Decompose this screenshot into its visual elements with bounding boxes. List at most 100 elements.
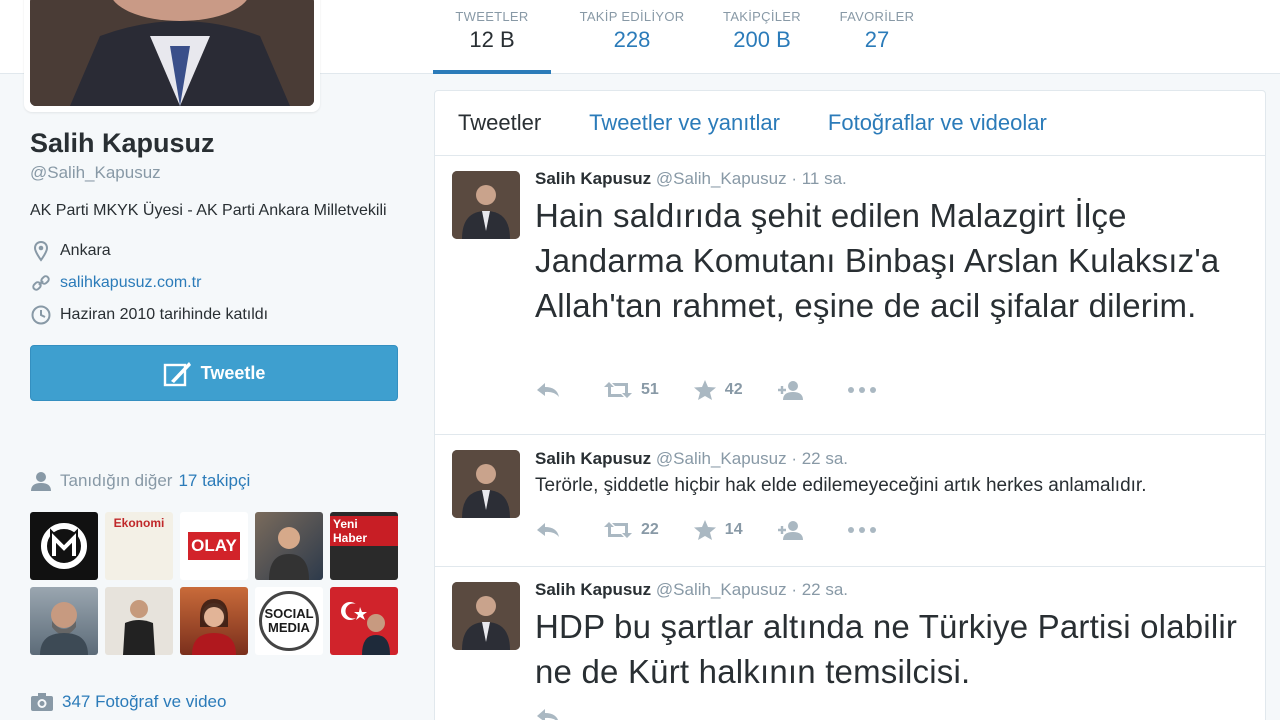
tweet-avatar-image: [452, 450, 520, 518]
tweet-button[interactable]: Tweetle: [30, 345, 398, 401]
more-dots-icon: [847, 387, 876, 393]
stat-tweets[interactable]: TWEETLER 12 B: [433, 0, 551, 74]
clock-icon: [31, 305, 51, 325]
retweet-count: 51: [641, 381, 659, 398]
stat-favorites[interactable]: FAVORİLER 27: [833, 0, 921, 74]
retweet-action[interactable]: 22: [603, 520, 659, 540]
stat-following[interactable]: TAKİP EDİLİYOR 228: [573, 0, 691, 74]
flag-portrait-image: [341, 602, 390, 655]
tweet-avatar[interactable]: [452, 171, 520, 239]
profile-handle[interactable]: @Salih_Kapusuz: [30, 163, 398, 183]
profile-avatar[interactable]: [24, 0, 320, 112]
favorite-action[interactable]: 42: [693, 379, 743, 401]
follow-user-icon: [777, 381, 803, 400]
follower-thumb[interactable]: [330, 587, 398, 655]
stat-tweets-value: 12 B: [469, 27, 515, 52]
profile-photo: [30, 0, 314, 106]
profile-photo-illustration: [30, 0, 314, 106]
follower-thumbnails: Ekonomi OLAY Yeni Haber SOCIAL MEDIA: [30, 512, 400, 655]
profile-stats: TWEETLER 12 B TAKİP EDİLİYOR 228 TAKİPÇİ…: [433, 0, 943, 74]
portrait-image: [269, 527, 309, 580]
tab-tweets[interactable]: Tweetler: [458, 110, 541, 136]
tweet-timestamp[interactable]: · 22 sa.: [791, 580, 848, 599]
profile-card: Salih Kapusuz @Salih_Kapusuz AK Parti MK…: [30, 128, 398, 401]
portrait-image: [123, 600, 155, 655]
tweet-avatar-image: [452, 582, 520, 650]
stat-favorites-label: FAVORİLER: [839, 9, 915, 24]
photos-videos-link[interactable]: 347 Fotoğraf ve video: [30, 692, 226, 712]
tweet-avatar[interactable]: [452, 582, 520, 650]
follower-thumb-label: SOCIAL MEDIA: [259, 591, 319, 651]
tweet-header: Salih Kapusuz @Salih_Kapusuz · 22 sa.: [535, 449, 1245, 469]
tab-tweets-and-replies[interactable]: Tweetler ve yanıtlar: [589, 110, 780, 136]
follower-thumb[interactable]: [255, 512, 323, 580]
tweet-button-label: Tweetle: [200, 362, 266, 383]
follow-action[interactable]: [777, 379, 813, 401]
tweet-author-name[interactable]: Salih Kapusuz: [535, 580, 651, 599]
timeline: Tweetler Tweetler ve yanıtlar Fotoğrafla…: [434, 90, 1266, 720]
star-icon: [693, 380, 716, 400]
reply-action[interactable]: [535, 707, 569, 720]
favorite-action[interactable]: 14: [693, 519, 743, 541]
profile-location: Ankara: [30, 235, 398, 267]
favorite-count: 14: [724, 521, 743, 538]
followers-you-know-prefix: Tanıdığın diğer: [60, 471, 173, 490]
tweet-author-handle[interactable]: @Salih_Kapusuz: [656, 169, 787, 188]
tweet-text: Hain saldırıda şehit edilen Malazgirt İl…: [535, 197, 1220, 324]
follower-thumb-label: OLAY: [188, 532, 240, 560]
tweet-actions: [535, 707, 603, 720]
more-action[interactable]: [847, 526, 885, 534]
tweet-author-handle[interactable]: @Salih_Kapusuz: [656, 580, 787, 599]
reply-icon: [537, 383, 559, 397]
follow-action[interactable]: [777, 519, 813, 541]
stat-followers-label: TAKİPÇİLER: [723, 9, 801, 24]
favorite-count: 42: [724, 381, 743, 398]
tweet-timestamp[interactable]: · 11 sa.: [791, 169, 846, 188]
tweet-header: Salih Kapusuz @Salih_Kapusuz · 22 sa.: [535, 580, 1245, 600]
profile-bio: AK Parti MKYK Üyesi - AK Parti Ankara Mi…: [30, 202, 387, 219]
tweet-text: HDP bu şartlar altında ne Türkiye Partis…: [535, 608, 1238, 690]
reply-action[interactable]: [535, 521, 569, 539]
tweet-actions: 51 42: [535, 379, 919, 401]
stat-followers[interactable]: TAKİPÇİLER 200 B: [713, 0, 811, 74]
tweet-author-handle[interactable]: @Salih_Kapusuz: [656, 449, 787, 468]
reply-action[interactable]: [535, 381, 569, 399]
followers-you-know-link[interactable]: 17 takipçi: [178, 471, 250, 491]
profile-website-link[interactable]: salihkapusuz.com.tr: [60, 274, 201, 292]
tweet[interactable]: Salih Kapusuz @Salih_Kapusuz · 11 sa. Ha…: [435, 156, 1265, 435]
reply-icon: [537, 709, 559, 720]
link-icon: [32, 275, 50, 291]
profile-joined: Haziran 2010 tarihinde katıldı: [30, 299, 398, 331]
tweet-author-name[interactable]: Salih Kapusuz: [535, 169, 651, 188]
follower-thumb[interactable]: [30, 512, 98, 580]
follower-thumb[interactable]: [30, 587, 98, 655]
portrait-image: [40, 602, 88, 655]
tweet-author-name[interactable]: Salih Kapusuz: [535, 449, 651, 468]
follower-thumb[interactable]: [180, 587, 248, 655]
star-icon: [693, 520, 716, 540]
profile-name[interactable]: Salih Kapusuz: [30, 128, 398, 159]
retweet-count: 22: [641, 521, 659, 538]
more-action[interactable]: [847, 386, 885, 394]
follower-thumb-label: Yeni Haber: [330, 516, 398, 546]
stat-following-label: TAKİP EDİLİYOR: [579, 9, 685, 24]
compose-quill-icon: [163, 362, 191, 387]
tweet[interactable]: Salih Kapusuz @Salih_Kapusuz · 22 sa. HD…: [435, 567, 1265, 720]
tweet-avatar[interactable]: [452, 450, 520, 518]
retweet-action[interactable]: 51: [603, 380, 659, 400]
follower-thumb[interactable]: [105, 587, 173, 655]
reply-icon: [537, 523, 559, 537]
follower-thumb-label: Ekonomi: [113, 516, 165, 530]
follower-thumb[interactable]: Ekonomi: [105, 512, 173, 580]
tab-photos-videos[interactable]: Fotoğraflar ve videolar: [828, 110, 1047, 136]
portrait-image: [192, 599, 236, 655]
follower-thumb[interactable]: SOCIAL MEDIA: [255, 587, 323, 655]
tweet[interactable]: Salih Kapusuz @Salih_Kapusuz · 22 sa. Te…: [435, 435, 1265, 567]
follower-thumb[interactable]: OLAY: [180, 512, 248, 580]
location-pin-icon: [33, 240, 49, 262]
follower-thumb[interactable]: Yeni Haber: [330, 512, 398, 580]
more-dots-icon: [847, 527, 876, 533]
profile-joined-text: Haziran 2010 tarihinde katıldı: [60, 306, 269, 323]
tweet-avatar-image: [452, 171, 520, 239]
tweet-timestamp[interactable]: · 22 sa.: [791, 449, 848, 468]
